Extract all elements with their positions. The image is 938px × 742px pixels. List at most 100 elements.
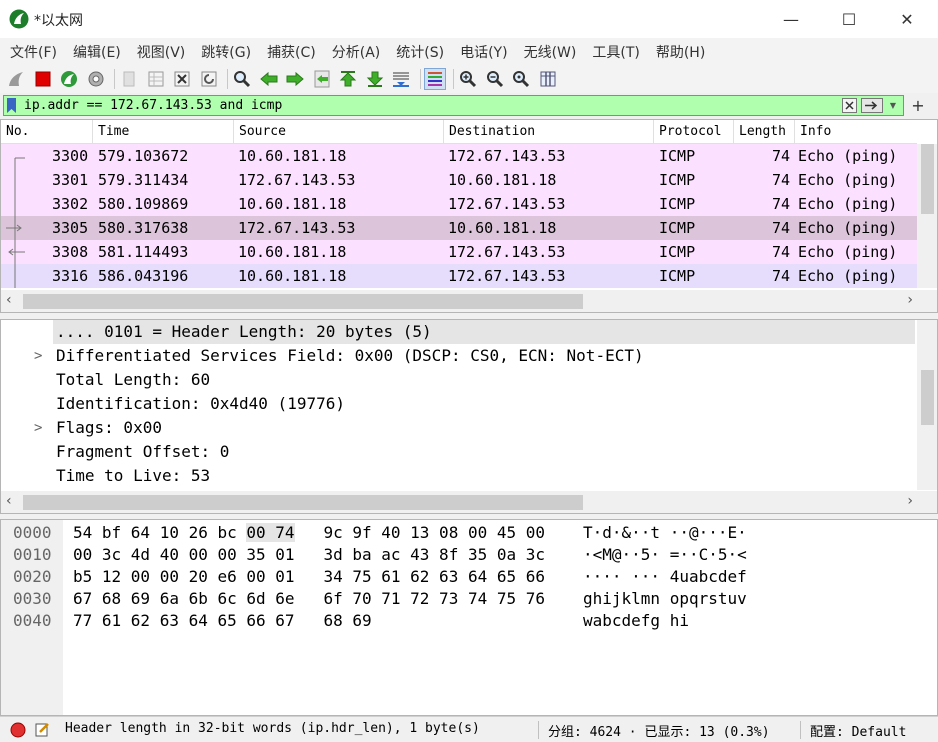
close-button[interactable]: ✕: [878, 0, 936, 38]
ascii-bytes[interactable]: ·<M@··5· =··C·5·<: [583, 544, 747, 566]
menu-go[interactable]: 跳转(G): [193, 42, 259, 62]
scroll-right-icon[interactable]: ›: [907, 493, 913, 509]
packet-row-selected[interactable]: 3305 580.317638 172.67.143.53 10.60.181.…: [1, 216, 917, 240]
start-capture-button[interactable]: [5, 68, 27, 90]
scrollbar-thumb[interactable]: [921, 370, 934, 425]
zoom-in-button[interactable]: [457, 68, 479, 90]
menu-view[interactable]: 视图(V): [129, 42, 194, 62]
packet-row[interactable]: 3308 581.114493 10.60.181.18 172.67.143.…: [1, 240, 917, 264]
ascii-bytes[interactable]: wabcdefg hi: [583, 610, 689, 632]
colorize-lines-icon: [427, 72, 442, 86]
column-header-destination[interactable]: Destination: [444, 120, 654, 144]
column-header-info[interactable]: Info: [795, 120, 917, 144]
column-header-time[interactable]: Time: [93, 120, 234, 144]
autoscroll-button[interactable]: [390, 68, 412, 90]
menu-analyze[interactable]: 分析(A): [324, 42, 389, 62]
status-separator: [800, 721, 801, 739]
expert-info-icon[interactable]: [10, 722, 26, 738]
packet-row[interactable]: 3301 579.311434 172.67.143.53 10.60.181.…: [1, 168, 917, 192]
scrollbar-thumb[interactable]: [23, 294, 583, 309]
bookmark-icon[interactable]: [7, 98, 16, 113]
menu-wireless[interactable]: 无线(W): [516, 42, 585, 62]
display-filter-input[interactable]: [24, 97, 824, 115]
menu-file[interactable]: 文件(F): [2, 42, 65, 62]
apply-filter-arrow-icon[interactable]: [861, 98, 883, 113]
zoom-normal-button[interactable]: [510, 68, 532, 90]
title-bar: *以太网 — ☐ ✕: [0, 0, 938, 38]
hex-group: 6f 70 71 72 73 74 75 76: [294, 589, 546, 608]
detail-row[interactable]: > Differentiated Services Field: 0x00 (D…: [1, 344, 915, 368]
autoscroll-icon: [393, 72, 409, 87]
chevron-right-icon[interactable]: >: [34, 344, 42, 368]
stop-square-icon: [35, 71, 50, 87]
packet-list-horizontal-scrollbar[interactable]: ‹ ›: [1, 290, 937, 312]
open-file-button[interactable]: [118, 68, 140, 90]
stop-capture-button[interactable]: [32, 68, 54, 90]
find-packet-button[interactable]: [231, 68, 253, 90]
minimize-button[interactable]: —: [762, 0, 820, 38]
packet-destination: 172.67.143.53: [448, 147, 566, 165]
go-back-button[interactable]: [258, 68, 280, 90]
restart-capture-button[interactable]: [58, 68, 80, 90]
last-packet-button[interactable]: [364, 68, 386, 90]
column-header-protocol[interactable]: Protocol: [654, 120, 734, 144]
detail-row[interactable]: Time to Live: 53: [1, 464, 915, 488]
packet-row[interactable]: 3300 579.103672 10.60.181.18 172.67.143.…: [1, 144, 917, 168]
detail-row[interactable]: > Flags: 0x00: [1, 416, 915, 440]
byte-offset: 0000: [13, 523, 52, 542]
menu-statistics[interactable]: 统计(S): [388, 42, 452, 62]
ascii-bytes[interactable]: ghijklmn opqrstuv: [583, 588, 747, 610]
hex-bytes[interactable]: 67 68 69 6a 6b 6c 6d 6e 6f 70 71 72 73 7…: [73, 588, 545, 610]
packet-row[interactable]: 3302 580.109869 10.60.181.18 172.67.143.…: [1, 192, 917, 216]
hex-bytes[interactable]: 54 bf 64 10 26 bc 00 74 9c 9f 40 13 08 0…: [73, 522, 545, 544]
ascii-bytes[interactable]: ···· ··· 4uabcdef: [583, 566, 747, 588]
hex-group: 3d ba ac 43 8f 35 0a 3c: [294, 545, 546, 564]
status-profile[interactable]: 配置: Default: [810, 721, 906, 740]
scroll-left-icon[interactable]: ‹: [6, 292, 12, 308]
packet-list-vertical-scrollbar[interactable]: [917, 144, 937, 288]
reload-file-button[interactable]: [198, 68, 220, 90]
packet-row[interactable]: 3316 586.043196 10.60.181.18 172.67.143.…: [1, 264, 917, 288]
column-header-no[interactable]: No.: [1, 120, 93, 144]
zoom-in-icon: [460, 71, 477, 88]
scroll-left-icon[interactable]: ‹: [6, 493, 12, 509]
hex-bytes[interactable]: 00 3c 4d 40 00 00 35 01 3d ba ac 43 8f 3…: [73, 544, 545, 566]
maximize-button[interactable]: ☐: [820, 0, 878, 38]
save-file-button[interactable]: [145, 68, 167, 90]
menu-bar: 文件(F) 编辑(E) 视图(V) 跳转(G) 捕获(C) 分析(A) 统计(S…: [0, 38, 938, 65]
resize-columns-button[interactable]: [537, 68, 559, 90]
chevron-down-icon[interactable]: ▼: [887, 98, 899, 113]
column-header-source[interactable]: Source: [234, 120, 444, 144]
add-filter-button[interactable]: +: [909, 96, 927, 115]
detail-row[interactable]: Fragment Offset: 0: [1, 440, 915, 464]
first-packet-button[interactable]: [337, 68, 359, 90]
scrollbar-thumb[interactable]: [921, 144, 934, 214]
menu-edit[interactable]: 编辑(E): [65, 42, 129, 62]
edit-comment-icon[interactable]: [34, 721, 50, 737]
menu-help[interactable]: 帮助(H): [648, 42, 713, 62]
packet-info: Echo (ping): [798, 147, 898, 165]
ascii-bytes[interactable]: T·d·&··t ··@···E·: [583, 522, 747, 544]
menu-capture[interactable]: 捕获(C): [259, 42, 324, 62]
detail-row[interactable]: Identification: 0x4d40 (19776): [1, 392, 915, 416]
chevron-right-icon[interactable]: >: [34, 416, 42, 440]
packet-info: Echo (ping): [798, 195, 898, 213]
hex-bytes[interactable]: b5 12 00 00 20 e6 00 01 34 75 61 62 63 6…: [73, 566, 545, 588]
menu-tools[interactable]: 工具(T): [584, 42, 647, 62]
clear-filter-icon[interactable]: [842, 98, 857, 113]
go-to-packet-button[interactable]: [311, 68, 333, 90]
details-horizontal-scrollbar[interactable]: ‹ ›: [1, 491, 937, 513]
scrollbar-thumb[interactable]: [23, 495, 583, 510]
close-file-button[interactable]: [171, 68, 193, 90]
capture-options-button[interactable]: [85, 68, 107, 90]
detail-row[interactable]: Total Length: 60: [1, 368, 915, 392]
scroll-right-icon[interactable]: ›: [907, 292, 913, 308]
hex-bytes[interactable]: 77 61 62 63 64 65 66 67 68 69: [73, 610, 372, 632]
go-forward-button[interactable]: [284, 68, 306, 90]
zoom-out-button[interactable]: [484, 68, 506, 90]
column-header-length[interactable]: Length: [734, 120, 795, 144]
details-vertical-scrollbar[interactable]: [917, 320, 937, 490]
colorize-button[interactable]: [423, 68, 446, 90]
detail-row-selected[interactable]: .... 0101 = Header Length: 20 bytes (5): [1, 320, 915, 344]
menu-telephony[interactable]: 电话(Y): [452, 42, 515, 62]
